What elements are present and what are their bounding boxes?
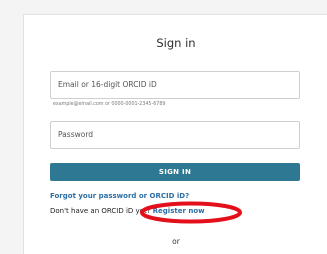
password-placeholder: Password	[58, 130, 94, 139]
email-placeholder: Email or 16-digit ORCID iD	[58, 80, 157, 89]
signin-card: Sign in Email or 16-digit ORCID iD examp…	[23, 14, 327, 254]
signin-button[interactable]: SIGN IN	[50, 163, 300, 181]
register-prompt: Don't have an ORCID iD yet? Register now	[50, 207, 205, 215]
email-field[interactable]: Email or 16-digit ORCID iD	[50, 71, 300, 99]
email-hint: example@email.com or 0000-0001-2345-6789	[53, 102, 166, 107]
no-account-text: Don't have an ORCID iD yet?	[50, 207, 151, 215]
password-field[interactable]: Password	[50, 121, 300, 149]
page-title: Sign in	[156, 36, 196, 50]
forgot-password-link[interactable]: Forgot your password or ORCID iD?	[50, 192, 189, 200]
register-now-link[interactable]: Register now	[153, 207, 205, 215]
or-divider-text: or	[172, 237, 180, 246]
